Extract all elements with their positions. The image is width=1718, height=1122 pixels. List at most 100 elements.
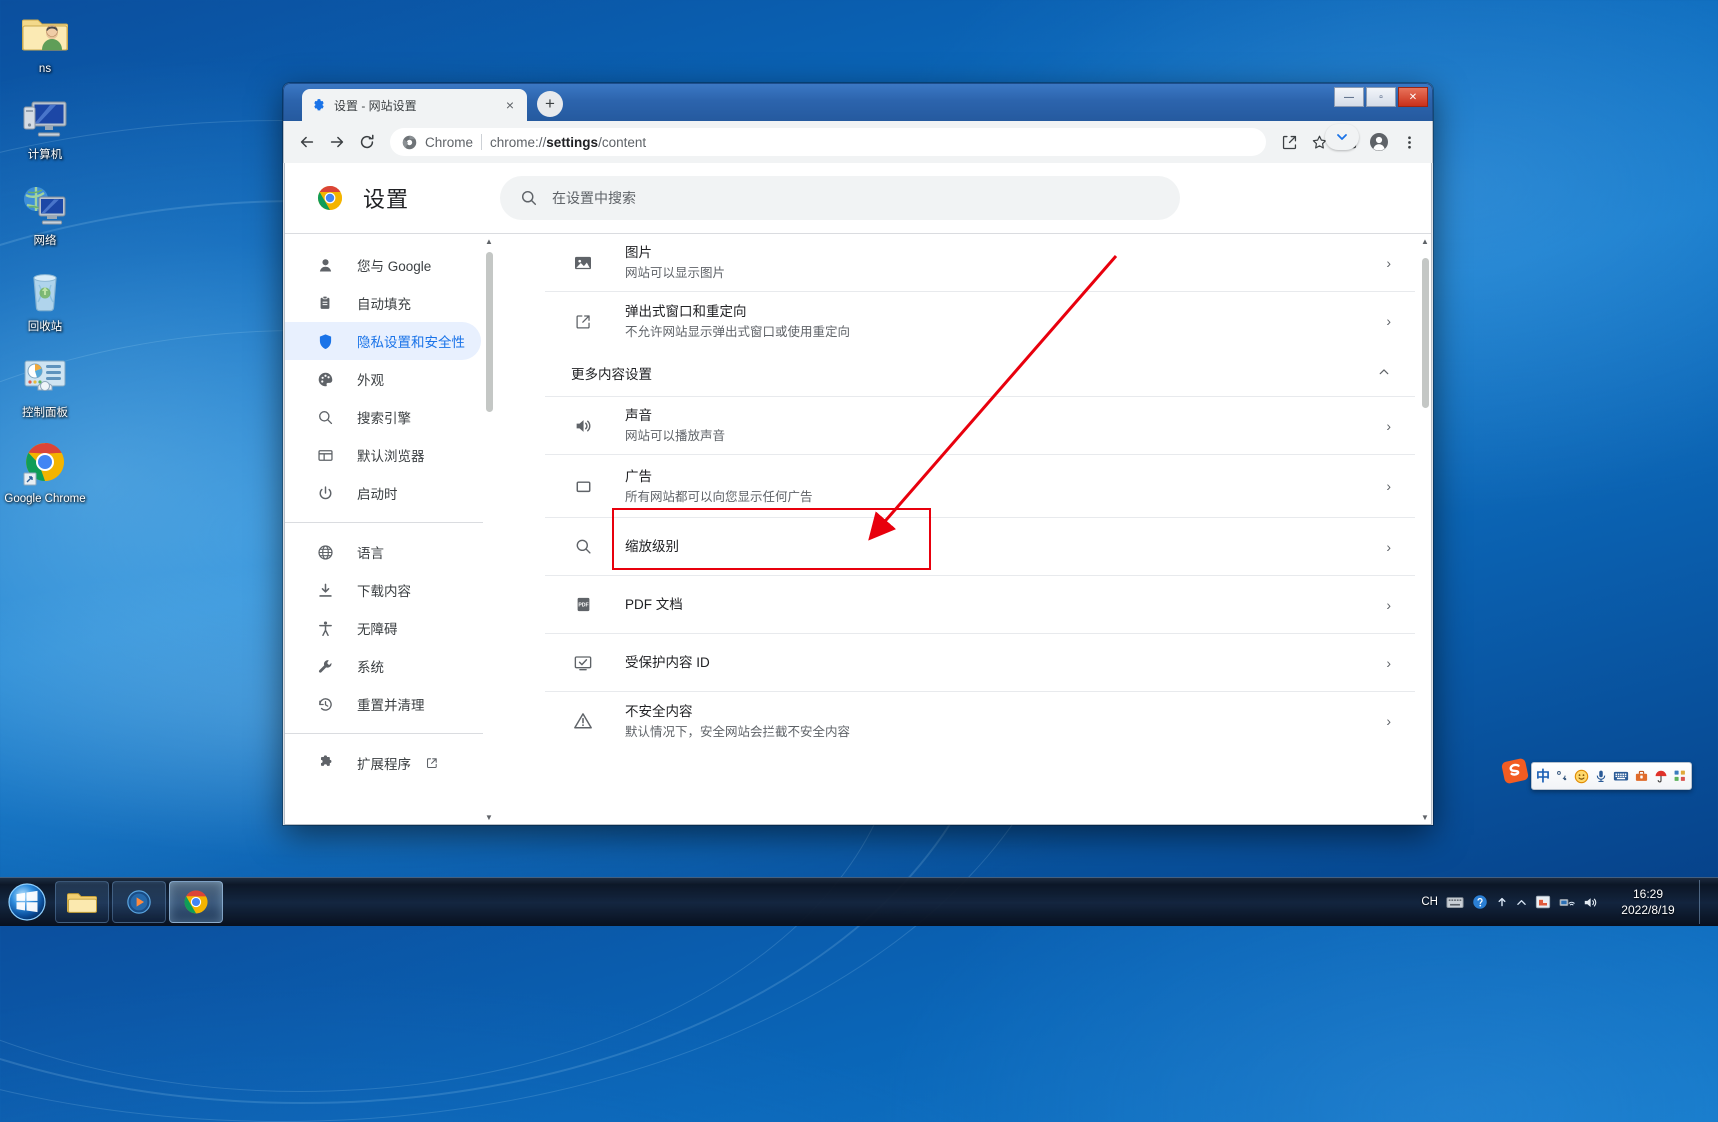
row-title: PDF 文档 [625,597,683,612]
sidebar-item-default-browser[interactable]: 默认浏览器 [285,436,481,474]
sogou-s-logo[interactable] [1500,756,1530,786]
sidebar-scroll-thumb[interactable] [486,252,493,412]
more-content-settings-section-header[interactable]: 更多内容设置 [545,350,1415,397]
content-row-insecure-content[interactable]: 不安全内容 默认情况下，安全网站会拦截不安全内容 › [545,692,1415,750]
sidebar-item-reset-cleanup[interactable]: 重置并清理 [285,685,481,723]
content-row-text: 图片 网站可以显示图片 [625,243,1374,282]
ime-mode-chinese[interactable]: 中 [1536,766,1550,786]
content-scroll-thumb[interactable] [1422,258,1429,408]
desktop-icon-ns[interactable]: ns [0,6,90,76]
desktop-icon-google-chrome[interactable]: Google Chrome [0,436,90,506]
close-window-button[interactable]: ✕ [1398,87,1428,107]
desktop-icon-network[interactable]: 网络 [0,178,90,248]
sidebar-scrollbar[interactable]: ▲ ▼ [483,234,495,824]
content-scrollbar[interactable]: ▲ ▼ [1419,234,1431,824]
ime-tray-icon[interactable] [1446,895,1464,910]
minimize-button[interactable]: — [1334,87,1364,107]
content-scroll-down-arrow-icon[interactable]: ▼ [1419,810,1431,824]
sidebar-item-autofill[interactable]: 自动填充 [285,284,481,322]
chevron-right-icon[interactable]: › [1386,539,1391,555]
windows-taskbar: CH 16:29 2022/8/19 [0,877,1718,926]
three-dot-menu-icon[interactable] [1394,127,1424,157]
settings-search-box[interactable]: 在设置中搜索 [500,176,1181,220]
arrow-up-icon[interactable] [1496,896,1508,908]
chrome-taskbar-button[interactable] [169,881,223,923]
scroll-down-arrow-icon[interactable]: ▼ [483,810,495,824]
chevron-right-icon[interactable]: › [1386,418,1391,434]
chevron-right-icon[interactable]: › [1386,313,1391,329]
settings-content-area: 图片 网站可以显示图片 › 弹出式窗口和重定向 不允许网站显示弹出式窗口或使用重… [495,234,1431,824]
sidebar-item-privacy-security[interactable]: 隐私设置和安全性 [285,322,481,360]
start-button[interactable] [2,880,52,924]
address-url-host: settings [546,134,599,150]
close-tab-icon[interactable]: × [501,96,519,114]
chevron-right-icon[interactable]: › [1386,597,1391,613]
sidebar-item-label: 系统 [357,660,384,675]
share-icon[interactable] [1274,127,1304,157]
sidebar-divider-2 [285,733,495,734]
settings-search-input[interactable]: 在设置中搜索 [552,188,636,208]
chevron-right-icon[interactable]: › [1386,713,1391,729]
content-row-pdf-documents[interactable]: PDF PDF 文档 › [545,576,1415,634]
profile-icon[interactable] [1364,127,1394,157]
sidebar-item-extensions[interactable]: 扩展程序 [285,744,495,782]
sidebar-item-system[interactable]: 系统 [285,647,481,685]
content-row-ads[interactable]: 广告 所有网站都可以向您显示任何广告 › [545,455,1415,518]
show-desktop-button[interactable] [1699,880,1712,924]
desktop-icon-recycle-bin[interactable]: 回收站 [0,264,90,334]
tray-language-indicator[interactable]: CH [1421,896,1438,908]
microphone-icon[interactable] [1594,769,1608,783]
content-row-popups-redirects[interactable]: 弹出式窗口和重定向 不允许网站显示弹出式窗口或使用重定向 › [545,292,1415,350]
keyboard-icon[interactable] [1613,769,1629,783]
browser-tab-settings[interactable]: 设置 - 网站设置 × [302,89,527,121]
content-row-zoom-levels[interactable]: 缩放级别 › [545,518,1415,576]
chevron-right-icon[interactable]: › [1386,255,1391,271]
apps-icon[interactable] [1673,769,1687,783]
content-row-images[interactable]: 图片 网站可以显示图片 › [545,234,1415,292]
punctuation-icon[interactable] [1555,769,1569,783]
smiley-icon[interactable] [1574,769,1589,784]
sidebar-item-on-startup[interactable]: 启动时 [285,474,481,512]
sidebar-item-you-and-google[interactable]: 您与 Google [285,246,481,284]
taskbar-clock[interactable]: 16:29 2022/8/19 [1613,886,1683,918]
sidebar-item-languages[interactable]: 语言 [285,533,481,571]
content-scroll-up-arrow-icon[interactable]: ▲ [1419,234,1431,248]
gear-icon [310,97,326,113]
back-icon[interactable] [292,127,322,157]
sidebar-item-accessibility[interactable]: 无障碍 [285,609,481,647]
desktop-icon-computer[interactable]: 计算机 [0,92,90,162]
flag-icon[interactable] [1535,894,1551,910]
caret-up-icon[interactable] [1516,898,1527,907]
explorer-taskbar-button[interactable] [55,881,109,923]
sidebar-item-search-engine[interactable]: 搜索引擎 [285,398,481,436]
content-row-sound[interactable]: 声音 网站可以播放声音 › [545,397,1415,455]
maximize-button[interactable]: ▫ [1366,87,1396,107]
chevron-right-icon[interactable]: › [1386,655,1391,671]
reload-icon[interactable] [352,127,382,157]
address-bar[interactable]: Chrome chrome://settings/content [390,128,1266,156]
media-player-taskbar-button[interactable] [112,881,166,923]
new-tab-button[interactable]: + [537,91,563,117]
chrome-browser-window: 设置 - 网站设置 × + — ▫ ✕ Chrome chrome:// set… [283,83,1433,825]
sidebar-item-downloads[interactable]: 下载内容 [285,571,481,609]
sidebar-item-label: 自动填充 [357,297,411,312]
desktop-icon-control-panel[interactable]: 控制面板 [0,350,90,420]
chevron-up-icon[interactable] [1377,365,1391,382]
network-icon[interactable] [1559,895,1575,909]
chevron-down-icon[interactable] [1325,124,1359,150]
content-rows-more: 声音 网站可以播放声音 › 广告 所有网站都可以向您显示任何广告 › 缩放级别 … [545,397,1415,750]
sidebar-item-label: 下载内容 [357,584,411,599]
chevron-right-icon[interactable]: › [1386,478,1391,494]
umbrella-icon[interactable] [1654,769,1668,784]
sidebar-item-appearance[interactable]: 外观 [285,360,481,398]
browser-toolbar: Chrome chrome://settings/content [283,121,1433,163]
volume-icon[interactable] [1583,895,1599,910]
volume-icon [571,416,595,436]
content-settings-list: 图片 网站可以显示图片 › 弹出式窗口和重定向 不允许网站显示弹出式窗口或使用重… [545,234,1415,750]
scroll-up-arrow-icon[interactable]: ▲ [483,234,495,248]
content-row-protected-content-id[interactable]: 受保护内容 ID › [545,634,1415,692]
toolbox-icon[interactable] [1634,769,1649,783]
help-icon[interactable] [1472,894,1488,910]
svg-text:PDF: PDF [578,603,588,609]
forward-icon[interactable] [322,127,352,157]
